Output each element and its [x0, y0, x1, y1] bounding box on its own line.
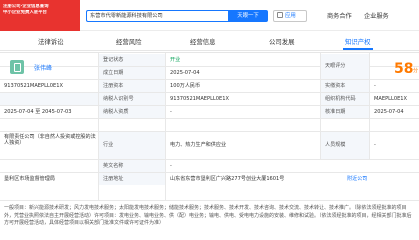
value-staff-size: - — [374, 142, 376, 149]
label-approval-date: 核准日期 — [321, 106, 369, 118]
label-established-date: 成立日期 — [99, 67, 165, 79]
tianyan-score-unit: 分 — [413, 68, 419, 74]
value-registration-authority: 垦利区市场监督管理局 — [4, 175, 55, 182]
label-org-code: 组织机构代码 — [321, 93, 369, 105]
value-paid-capital: - — [374, 82, 376, 89]
tab-operation-info[interactable]: 经营信息 — [190, 37, 216, 46]
value-established-date: 2025-07-04 — [170, 69, 200, 76]
label-taxpayer-id: 纳税人识别号 — [99, 93, 165, 105]
label-registered-address: 注册地址 — [99, 173, 165, 185]
label-taxpayer-qualification: 纳税人资质 — [99, 106, 165, 118]
tab-legal[interactable]: 法律诉讼 — [38, 37, 64, 46]
label-registration-status: 登记状态 — [99, 54, 165, 66]
nav-business-cooperation[interactable]: 商务合作 — [327, 11, 352, 20]
value-industry: 电力、热力生产和供应业 — [170, 142, 227, 149]
value-english-name: - — [170, 162, 172, 169]
legal-person-avatar — [10, 60, 24, 74]
label-english-name: 英文名称 — [99, 160, 165, 172]
value-business-term: 2025-07-04 至 2045-07-03 — [4, 108, 72, 115]
legal-person-name[interactable]: 张伟峰 — [34, 63, 52, 72]
value-org-code: MAEPLL0E1X — [374, 95, 408, 102]
brand-line-2: 中小企业免费入驻平台 — [3, 9, 47, 15]
label-paid-capital: 实缴资本 — [321, 80, 369, 92]
label-credit-code-placeholder — [0, 93, 98, 105]
app-button-label: 应用 — [285, 13, 296, 19]
label-tianyan-score: 天眼评分 — [321, 54, 369, 79]
section-tabs: 法律诉讼 经营风险 经营信息 公司发展 知识产权 — [0, 33, 419, 51]
value-credit-code: 91370521MAEPLL0E1X — [4, 82, 63, 89]
value-taxpayer-id: 91370521MAEPLL0E1X — [170, 95, 229, 102]
nav-enterprise-service[interactable]: 企业服务 — [364, 11, 389, 20]
value-registration-status: 开业 — [170, 56, 181, 63]
nearby-companies-link[interactable]: 附近公司 — [343, 173, 383, 185]
label-staff-size: 人员规模 — [321, 132, 369, 159]
label-registered-capital: 注册资本 — [99, 80, 165, 92]
tab-operational-risk[interactable]: 经营风险 — [116, 37, 142, 46]
value-taxpayer-qualification: - — [170, 108, 172, 115]
value-registered-capital: 100万人民币 — [170, 82, 201, 89]
value-registered-address: 山东省东营市垦利区广兴路277号创业大厦1601号 — [170, 175, 285, 182]
label-industry: 行业 — [99, 132, 165, 159]
search-button[interactable]: 天眼一下 — [228, 10, 268, 22]
tianyan-score-value[interactable]: 58 — [394, 61, 413, 77]
search-input[interactable]: 东营市代零新能源科技有限公司 — [86, 10, 228, 22]
tab-intellectual-property[interactable]: 知识产权 — [345, 37, 371, 46]
tab-company-development[interactable]: 公司发展 — [269, 37, 295, 46]
brand-logo[interactable]: 注册公司·企业信息查询 中小企业免费入驻平台 — [0, 0, 80, 31]
active-tab-indicator — [343, 48, 373, 50]
company-info-table: 登记状态 开业 天眼评分 成立日期 2025-07-04 91370521MAE… — [0, 52, 419, 200]
app-button[interactable]: 应用 — [273, 10, 307, 22]
business-scope: 一般项目：新兴能源技术研发；风力发电技术服务；太阳能发电技术服务；储能技术服务；… — [0, 200, 419, 240]
top-bar: 注册公司·企业信息查询 中小企业免费入驻平台 东营市代零新能源科技有限公司 天眼… — [0, 0, 419, 31]
app-grid-icon — [277, 12, 283, 18]
value-approval-date: 2025-07-04 — [374, 108, 404, 115]
value-company-type: 有限责任公司（非自然人投资或控股的法人独资） — [4, 134, 96, 147]
